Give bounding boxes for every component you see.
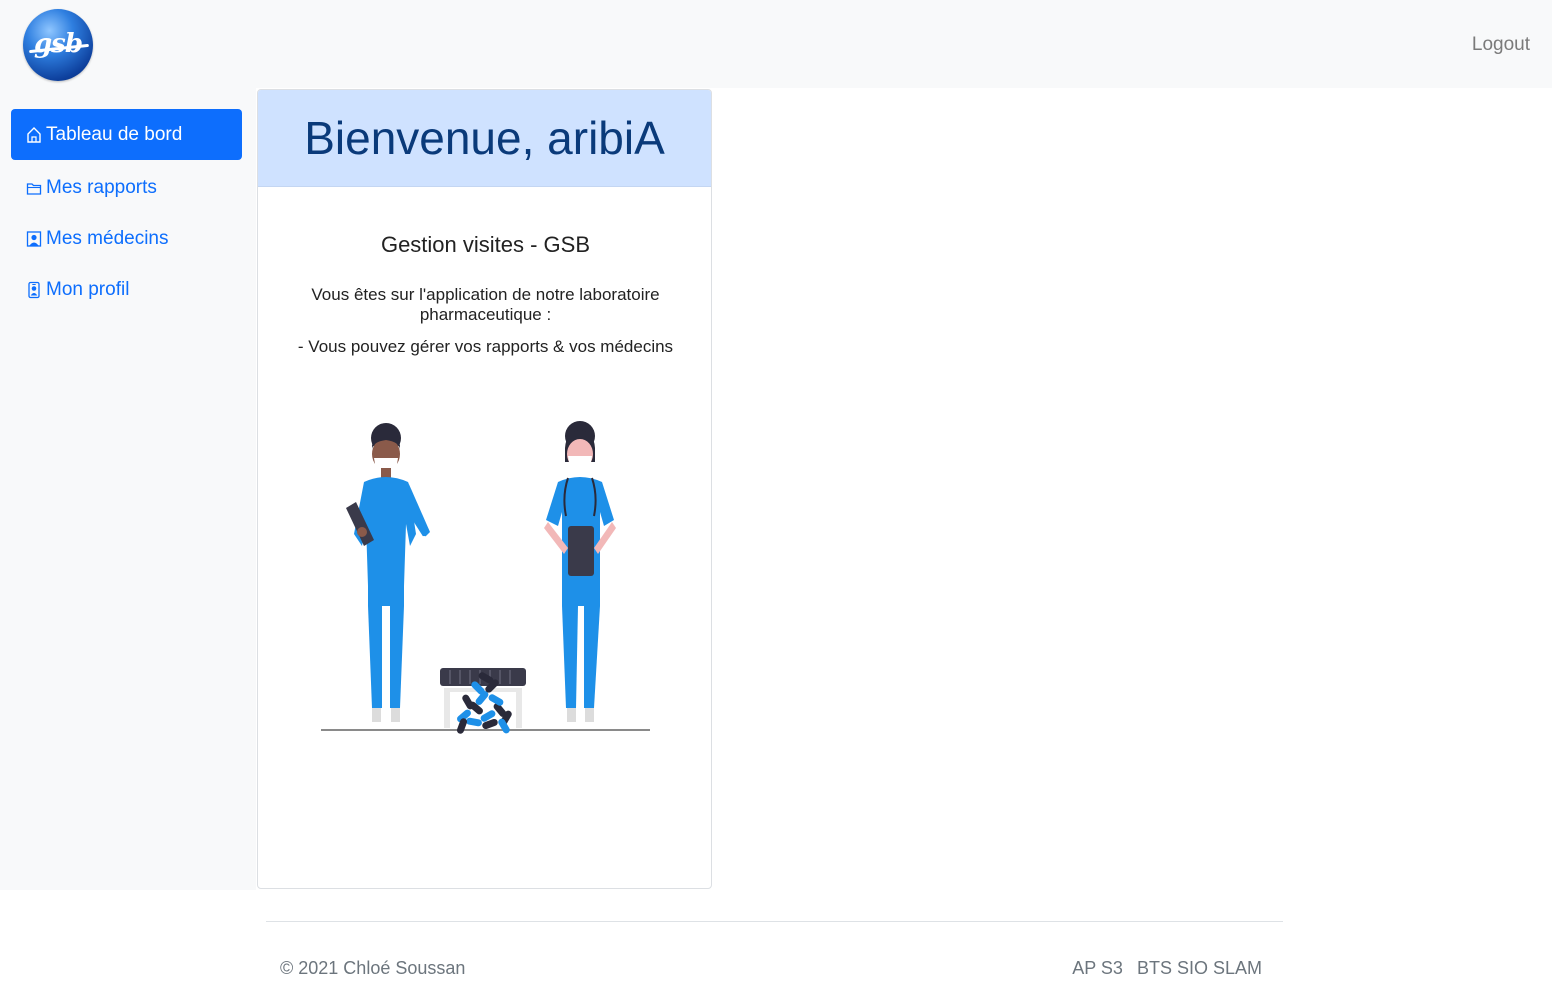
left-nurse [346, 423, 430, 722]
footer-link-bts: BTS SIO SLAM [1136, 958, 1262, 978]
welcome-title: Bienvenue, aribiA [304, 112, 665, 164]
sidebar-item-doctors[interactable]: Mes médecins [11, 213, 242, 264]
sidebar-item-dashboard[interactable]: Tableau de bord [11, 109, 242, 160]
logout-link[interactable]: Logout [1472, 34, 1530, 56]
footer-link-ap-s3: AP S3 [1072, 958, 1123, 978]
top-navbar: gsb Logout [0, 0, 1552, 88]
sidebar-item-profile[interactable]: Mon profil [11, 264, 242, 315]
card-header: Bienvenue, aribiA [258, 90, 711, 187]
footer-copyright: © 2021 Chloé Soussan [280, 958, 466, 978]
gsb-logo[interactable]: gsb [23, 9, 93, 81]
sidebar-item-label: Tableau de bord [46, 123, 183, 145]
app-subtitle: Gestion visites - GSB [380, 232, 591, 257]
sidebar: Tableau de bord Mes rapports Mes médecin… [0, 88, 256, 890]
illustration-svg [321, 421, 650, 734]
nurses-with-pill-jar-illustration [318, 416, 658, 736]
welcome-card: Bienvenue, aribiA Gestion visites - GSB … [257, 89, 712, 889]
person-badge-icon [26, 281, 42, 299]
footer-divider [266, 921, 1283, 922]
feature-text: - Vous pouvez gérer vos rapports & vos m… [297, 337, 674, 356]
sidebar-item-label: Mes rapports [46, 176, 157, 198]
intro-text: Vous êtes sur l'application de notre lab… [311, 285, 660, 324]
sidebar-item-label: Mes médecins [46, 227, 169, 249]
sidebar-item-label: Mon profil [46, 278, 130, 300]
house-icon [26, 126, 42, 144]
footer-links: AP S3 BTS SIO SLAM [1072, 958, 1262, 979]
person-square-icon [26, 230, 42, 248]
right-nurse [544, 421, 616, 722]
sidebar-item-reports[interactable]: Mes rapports [11, 162, 242, 213]
folder-icon [26, 179, 42, 197]
